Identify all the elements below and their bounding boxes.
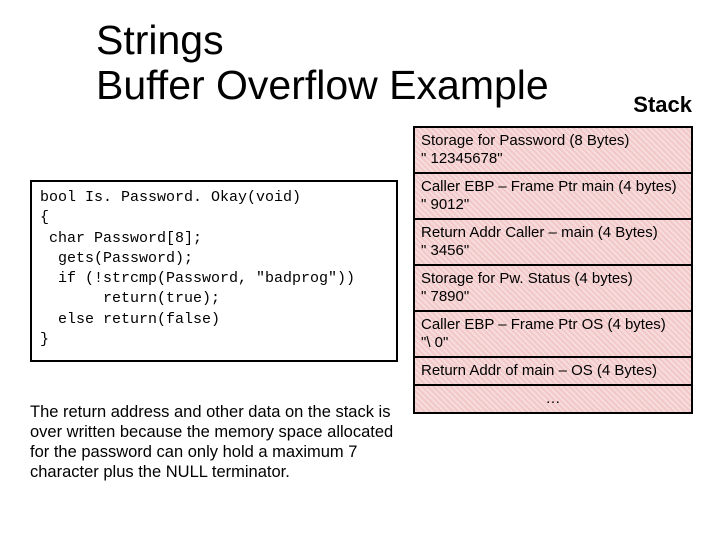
explanation-text: The return address and other data on the… xyxy=(30,402,400,483)
stack-cell: Storage for Password (8 Bytes) " 1234567… xyxy=(415,126,691,172)
stack-cell-label: Storage for Password (8 Bytes) xyxy=(421,132,629,149)
code-line: char Password[8]; xyxy=(40,229,388,249)
stack-cell-label: … xyxy=(546,390,561,407)
stack-cell: Return Addr of main – OS (4 Bytes) xyxy=(415,356,691,384)
stack-cell: Storage for Pw. Status (4 bytes) " 7890" xyxy=(415,264,691,310)
code-line: if (!strcmp(Password, "badprog")) xyxy=(40,269,388,289)
stack-cell-value: " 9012" xyxy=(421,196,685,214)
stack-heading: Stack xyxy=(633,92,692,118)
stack-cell-ellipsis: … xyxy=(415,384,691,412)
code-line: else return(false) xyxy=(40,310,388,330)
stack-cell-label: Return Addr of main – OS (4 Bytes) xyxy=(421,362,657,379)
stack-cell: Return Addr Caller – main (4 Bytes) " 34… xyxy=(415,218,691,264)
stack-cell-value: " 3456" xyxy=(421,242,685,260)
code-line: return(true); xyxy=(40,289,388,309)
stack-cell-label: Storage for Pw. Status (4 bytes) xyxy=(421,270,633,287)
code-line: } xyxy=(40,330,388,350)
stack-cell-label: Caller EBP – Frame Ptr OS (4 bytes) xyxy=(421,316,666,333)
stack-cell: Caller EBP – Frame Ptr OS (4 bytes) "\ 0… xyxy=(415,310,691,356)
stack-cell-value: " 7890" xyxy=(421,288,685,306)
stack-cell-value: "\ 0" xyxy=(421,334,685,352)
stack-cell-label: Caller EBP – Frame Ptr main (4 bytes) xyxy=(421,178,677,195)
code-line: bool Is. Password. Okay(void) xyxy=(40,188,388,208)
stack-cell-label: Return Addr Caller – main (4 Bytes) xyxy=(421,224,658,241)
slide-title: Strings Buffer Overflow Example xyxy=(96,18,549,108)
title-line-2: Buffer Overflow Example xyxy=(96,62,549,108)
stack-cell-value: " 12345678" xyxy=(421,150,685,168)
code-line: gets(Password); xyxy=(40,249,388,269)
stack-diagram: Storage for Password (8 Bytes) " 1234567… xyxy=(413,126,693,414)
stack-cell: Caller EBP – Frame Ptr main (4 bytes) " … xyxy=(415,172,691,218)
title-line-1: Strings xyxy=(96,17,224,63)
code-line: { xyxy=(40,208,388,228)
code-listing: bool Is. Password. Okay(void) { char Pas… xyxy=(30,180,398,362)
